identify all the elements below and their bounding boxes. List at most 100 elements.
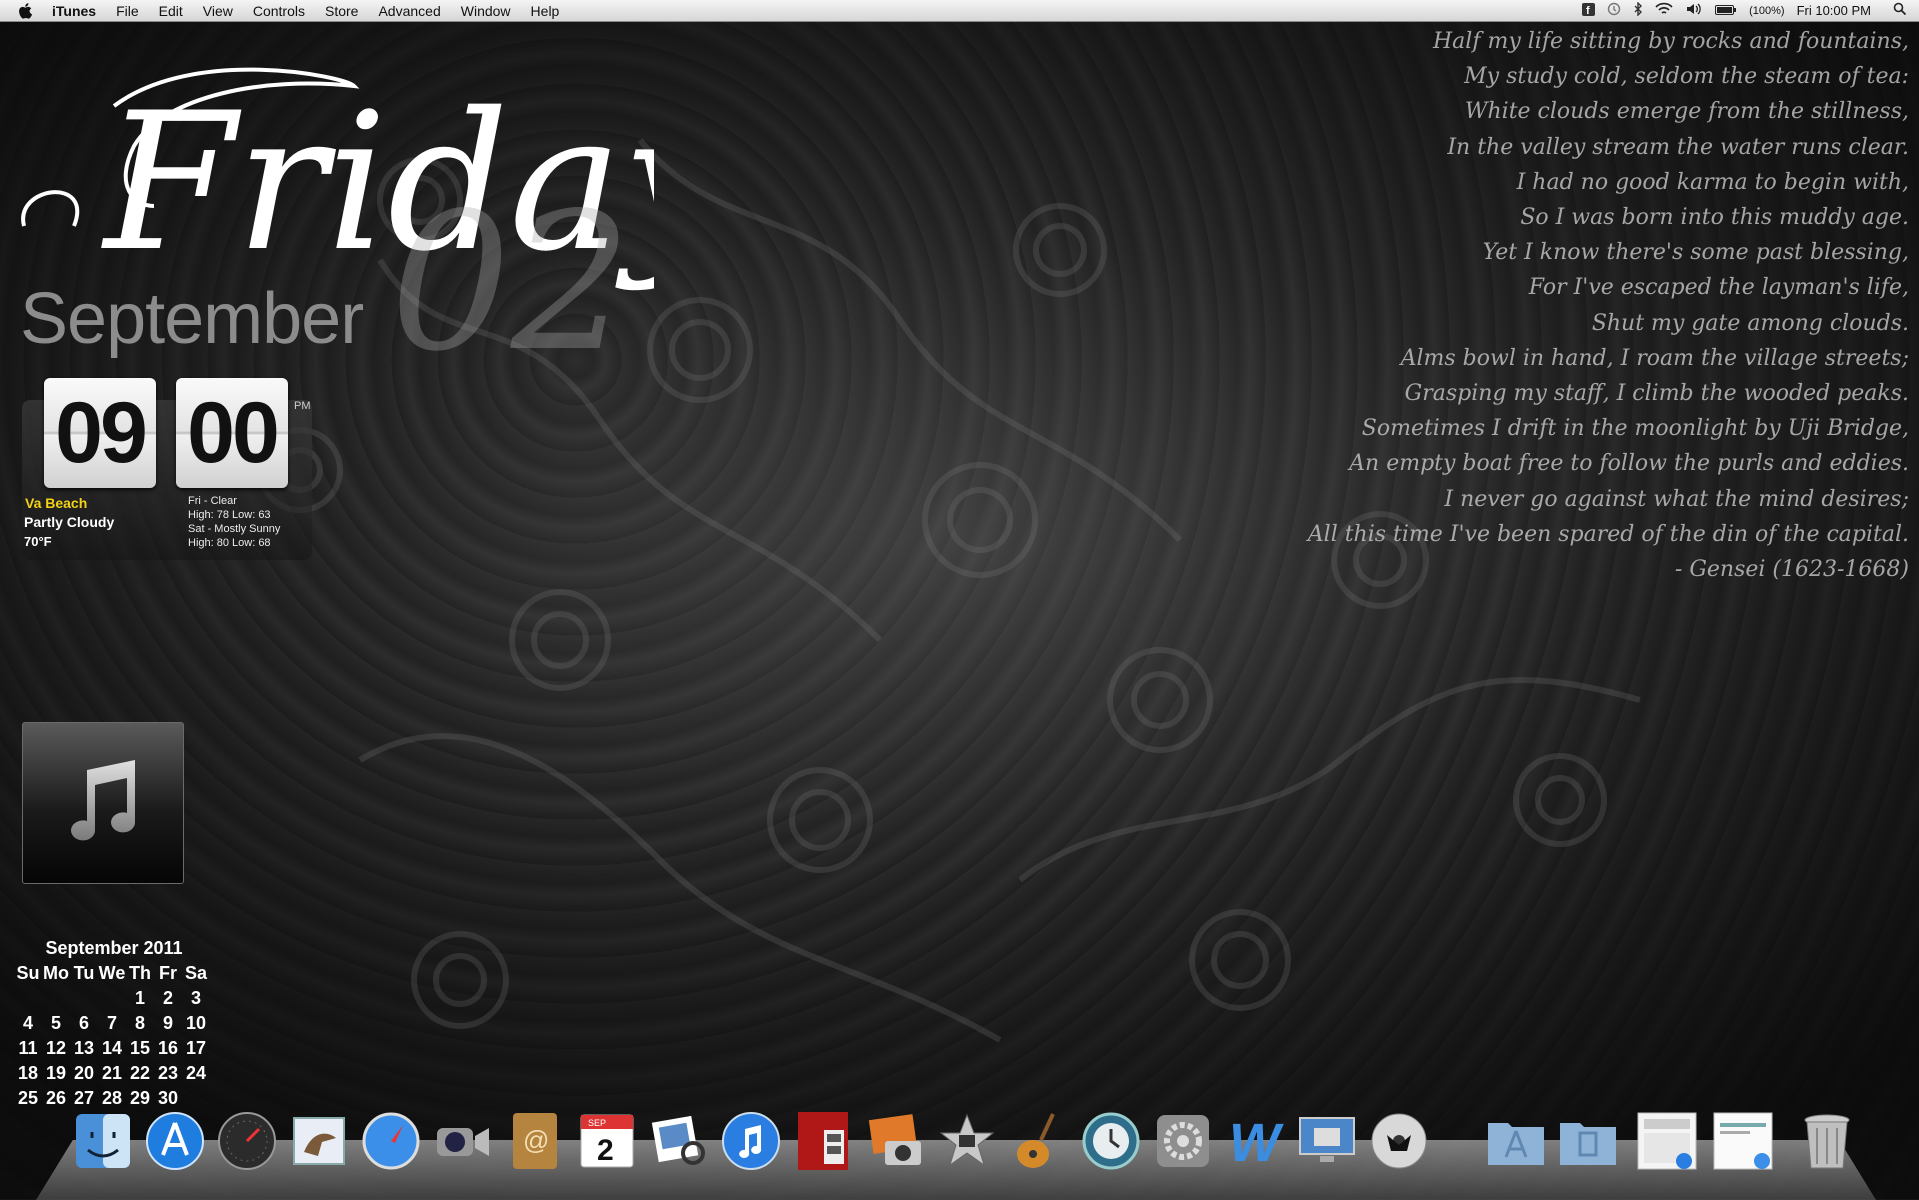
iphoto-icon[interactable] (864, 1108, 926, 1174)
calendar-day (70, 986, 98, 1011)
calendar-day: 11 (18, 1038, 38, 1058)
imovie-icon[interactable] (936, 1108, 998, 1174)
calendar-day: 24 (185, 1063, 207, 1083)
itunes-icon[interactable] (720, 1108, 782, 1174)
web-stack-icon[interactable] (1712, 1108, 1774, 1174)
word-icon[interactable]: W (1224, 1108, 1286, 1174)
svg-text:W: W (1229, 1113, 1284, 1171)
calendar-day: 6 (78, 1013, 89, 1033)
calendar-day: 14 (101, 1038, 123, 1058)
menu-clock[interactable]: Fri 10:00 PM (1797, 3, 1871, 18)
menu-extras: f (100%) Fri 10:00 PM (1582, 0, 1907, 21)
calendar-day: 23 (157, 1063, 179, 1083)
calendar-day: 19 (45, 1063, 67, 1083)
weather-temperature: 70°F (24, 534, 52, 549)
itunes-widget[interactable] (22, 722, 184, 884)
calendar-day: 15 (129, 1038, 151, 1058)
app-store-icon[interactable] (144, 1108, 206, 1174)
poem-line: Half my life sitting by rocks and founta… (1432, 29, 1909, 54)
svg-text:f: f (1586, 5, 1590, 16)
weekday-header: Tu (73, 963, 95, 983)
battery-icon[interactable] (1715, 3, 1737, 19)
calendar-day: 20 (73, 1063, 95, 1083)
calendar-day: 12 (45, 1038, 67, 1058)
weekday-header: Sa (184, 963, 208, 983)
wifi-icon[interactable] (1655, 2, 1673, 19)
poem-attribution: - Gensei (1623-1668) (1674, 557, 1909, 583)
weather-condition: Partly Cloudy (24, 514, 115, 530)
forecast-day2: Sat - Mostly Sunny (188, 523, 281, 535)
volume-icon[interactable] (1685, 2, 1703, 19)
poem-line: Yet I know there's some past blessing, (1482, 240, 1909, 266)
calendar-day: 7 (106, 1013, 117, 1033)
dashboard-icon[interactable] (216, 1108, 278, 1174)
calendar-day: 5 (50, 1013, 61, 1033)
time-machine-status-icon[interactable] (1607, 2, 1621, 19)
preview-icon[interactable] (648, 1108, 710, 1174)
facebook-icon[interactable]: f (1582, 2, 1596, 19)
mail-icon[interactable] (288, 1108, 350, 1174)
menu-advanced[interactable]: Advanced (378, 3, 440, 19)
poem-line: My study cold, seldom the steam of tea: (1464, 64, 1909, 90)
calendar-day (42, 986, 70, 1011)
menu-edit[interactable]: Edit (159, 3, 183, 19)
time-machine-icon[interactable] (1080, 1108, 1142, 1174)
dvd-player-icon[interactable] (1368, 1108, 1430, 1174)
ical-day: 2 (597, 1134, 614, 1167)
forecast-day2-range: High: 80 Low: 68 (188, 537, 271, 549)
system-preferences-icon[interactable] (1152, 1108, 1214, 1174)
photo-booth-icon[interactable] (792, 1108, 854, 1174)
applications-folder-icon[interactable] (1484, 1108, 1546, 1174)
ical-icon[interactable]: SEP 2 (576, 1108, 638, 1174)
weekday-header: Th (129, 963, 151, 983)
menu-help[interactable]: Help (531, 3, 560, 19)
calendar-day: 2 (162, 988, 173, 1008)
poem-text: Half my life sitting by rocks and founta… (1189, 24, 1909, 587)
calendar-day: 22 (129, 1063, 151, 1083)
bluetooth-icon[interactable] (1633, 1, 1643, 19)
calendar-grid: Su Mo Tu We Th Fr Sa 1 2 3 4 5 6 7 8 9 1… (14, 961, 210, 1111)
battery-percent[interactable]: (100%) (1749, 5, 1784, 17)
day-number: 02 (390, 172, 632, 393)
weekday-header: Fr (159, 963, 177, 983)
poem-line: White clouds emerge from the stillness, (1464, 99, 1909, 125)
svg-text:@: @ (523, 1125, 549, 1155)
finder-icon[interactable] (72, 1108, 134, 1174)
calendar-day: 16 (157, 1038, 179, 1058)
calendar-day: 10 (185, 1013, 207, 1033)
poem-line: Alms bowl in hand, I roam the village st… (1400, 345, 1909, 371)
calendar-day (98, 986, 126, 1011)
remote-desktop-icon[interactable] (1296, 1108, 1358, 1174)
menu-app-name[interactable]: iTunes (52, 3, 96, 19)
address-book-icon[interactable]: @ (504, 1108, 566, 1174)
spotlight-icon[interactable] (1893, 2, 1907, 19)
downloads-stack-icon[interactable] (1636, 1108, 1698, 1174)
safari-icon[interactable] (360, 1108, 422, 1174)
poem-line: All this time I've been spared of the di… (1307, 521, 1909, 547)
garageband-icon[interactable] (1008, 1108, 1070, 1174)
apple-logo-icon[interactable] (18, 1, 38, 21)
poem-line: Grasping my staff, I climb the wooded pe… (1404, 381, 1909, 407)
trash-icon[interactable] (1796, 1108, 1858, 1174)
menu-file[interactable]: File (116, 3, 139, 19)
menu-window[interactable]: Window (461, 3, 511, 19)
calendar-day: 9 (162, 1013, 173, 1033)
poem-line: An empty boat free to follow the purls a… (1349, 451, 1909, 477)
month-name: September (20, 279, 364, 359)
menu-view[interactable]: View (203, 3, 233, 19)
calendar-day (14, 986, 42, 1011)
ical-month: SEP (588, 1118, 606, 1128)
documents-folder-icon[interactable] (1556, 1108, 1618, 1174)
calendar-day: 17 (185, 1038, 207, 1058)
calendar-day: 1 (134, 988, 145, 1008)
calendar-title: September 2011 (45, 938, 183, 958)
facetime-icon[interactable] (432, 1108, 494, 1174)
music-note-icon (63, 756, 143, 851)
weekday-header: We (98, 963, 126, 983)
menu-store[interactable]: Store (325, 3, 358, 19)
calendar-day: 18 (17, 1063, 39, 1083)
menu-controls[interactable]: Controls (253, 3, 305, 19)
forecast-day1: Fri - Clear (188, 495, 237, 507)
calendar-day: 21 (101, 1063, 123, 1083)
poem-line: Shut my gate among clouds. (1591, 310, 1909, 336)
